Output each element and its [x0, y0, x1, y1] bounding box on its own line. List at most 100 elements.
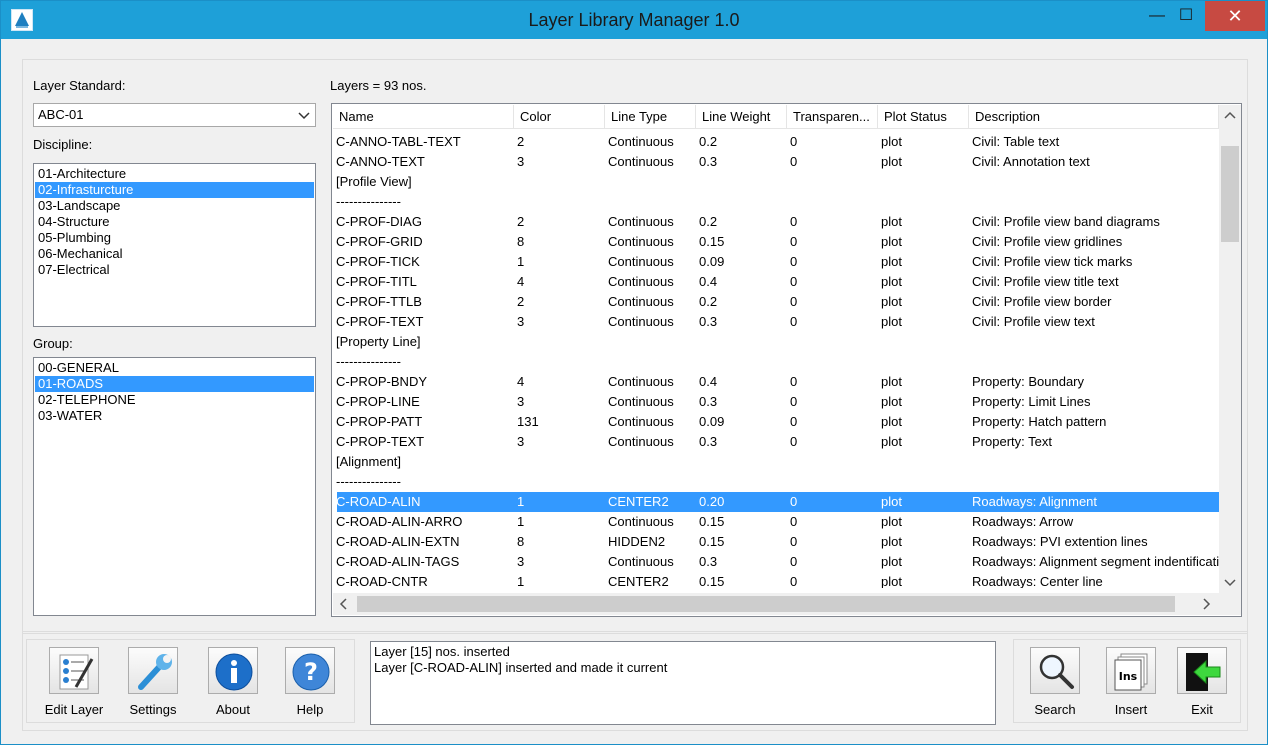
table-row[interactable]: C-PROP-LINE 3 Continuous 0.3 0 plot Property: … [336, 392, 1219, 412]
list-item[interactable]: 07-Electrical [35, 262, 314, 278]
table-cell: --------------- [336, 474, 401, 489]
vertical-scrollbar[interactable] [1219, 105, 1241, 593]
list-item[interactable]: 06-Mechanical [35, 246, 314, 262]
table-cell [515, 472, 606, 492]
table-cell: Civil: Profile view tick marks [972, 254, 1133, 269]
column-header[interactable]: Line Type [605, 105, 696, 129]
table-cell: --------------- [336, 354, 401, 369]
status-log[interactable]: Layer [15] nos. inserted Layer [C-ROAD-AL… [370, 641, 996, 725]
table-cell: C-PROF-TEXT [336, 314, 424, 329]
table-cell [697, 452, 788, 472]
table-cell: C-PROP-PATT [336, 414, 423, 429]
table-cell: 3 [517, 154, 525, 169]
table-row[interactable]: C-ROAD-ALIN 1 CENTER2 0.20 0 plot Roadways: Al… [336, 492, 1219, 512]
layer-standard-dropdown[interactable]: ABC-01 [33, 103, 316, 127]
vertical-scroll-thumb[interactable] [1221, 146, 1239, 242]
scroll-right-icon[interactable] [1195, 593, 1217, 615]
table-row[interactable]: --------------- [336, 352, 1219, 372]
table-row[interactable]: C-PROP-PATT 131 Continuous 0.09 0 plot Propert… [336, 412, 1219, 432]
table-cell: C-ROAD-ALIN-ARRO [336, 514, 463, 529]
table-cell: Continuous [608, 254, 674, 269]
maximize-button[interactable]: ☐ [1167, 1, 1205, 31]
horizontal-scrollbar[interactable] [333, 593, 1219, 615]
table-row[interactable]: C-ROAD-ALIN-EXTN 8 HIDDEN2 0.15 0 plot Roadway… [336, 532, 1219, 552]
table-cell: C-ROAD-ALIN [336, 494, 421, 509]
list-item[interactable]: 02-TELEPHONE [35, 392, 314, 408]
column-header[interactable]: Line Weight [696, 105, 787, 129]
title-bar[interactable]: Layer Library Manager 1.0 — ☐ ✕ [1, 1, 1267, 39]
table-cell [970, 472, 1219, 492]
group-label: Group: [33, 336, 73, 351]
layers-table-header: Name Color Line Type Line Weight Transparen.… [333, 105, 1219, 129]
discipline-list[interactable]: 01-Architecture 02-Infrasturcture 03-Lands… [33, 163, 316, 327]
list-item[interactable]: 01-ROADS [35, 376, 314, 392]
table-cell [697, 172, 788, 192]
table-cell: 2 [517, 214, 525, 229]
list-item[interactable]: 03-WATER [35, 408, 314, 424]
table-row[interactable]: C-ANNO-TABL-TEXT 2 Continuous 0.2 0 plot Civil… [336, 132, 1219, 152]
layers-table[interactable]: Name Color Line Type Line Weight Transparen.… [331, 103, 1242, 617]
table-row[interactable]: --------------- [336, 192, 1219, 212]
scroll-up-icon[interactable] [1219, 105, 1241, 127]
table-cell: 8 [517, 234, 525, 249]
table-row[interactable]: C-ANNO-TEXT 3 Continuous 0.3 0 plot Civil: Ann… [336, 152, 1219, 172]
column-header[interactable]: Description [969, 105, 1219, 129]
table-cell: Continuous [608, 434, 674, 449]
app-window: Layer Library Manager 1.0 — ☐ ✕ Layer St… [0, 0, 1268, 745]
column-header[interactable]: Color [514, 105, 605, 129]
list-item[interactable]: 04-Structure [35, 214, 314, 230]
table-row[interactable]: C-PROF-TICK 1 Continuous 0.09 0 plot Civil: Pr… [336, 252, 1219, 272]
table-row[interactable]: --------------- [336, 472, 1219, 492]
chevron-down-icon[interactable] [296, 106, 312, 124]
table-row[interactable]: [Property Line] [336, 332, 1219, 352]
table-cell [788, 452, 879, 472]
close-button[interactable]: ✕ [1205, 1, 1265, 31]
horizontal-scroll-thumb[interactable] [357, 596, 1175, 612]
table-cell: Continuous [608, 554, 674, 569]
list-item[interactable]: 02-Infrasturcture [35, 182, 314, 198]
table-row[interactable]: C-PROF-TITL 4 Continuous 0.4 0 plot Civil: Pro… [336, 272, 1219, 292]
column-header[interactable]: Transparen... [787, 105, 878, 129]
list-item[interactable]: 00-GENERAL [35, 360, 314, 376]
column-header[interactable]: Name [333, 105, 514, 129]
table-cell: 0.15 [699, 534, 725, 549]
list-item[interactable]: 05-Plumbing [35, 230, 314, 246]
insert-button[interactable]: Ins [1106, 647, 1156, 694]
table-row[interactable]: [Alignment] [336, 452, 1219, 472]
exit-button[interactable] [1177, 647, 1227, 694]
table-row[interactable]: C-PROF-TEXT 3 Continuous 0.3 0 plot Civil: Pro… [336, 312, 1219, 332]
table-row[interactable]: C-ROAD-ALIN-ARRO 1 Continuous 0.15 0 plot Road… [336, 512, 1219, 532]
edit-layer-button[interactable] [49, 647, 99, 694]
table-row[interactable]: [Profile View] [336, 172, 1219, 192]
table-row[interactable]: C-ROAD-CNTR 1 CENTER2 0.15 0 plot Roadways: Ce… [336, 572, 1219, 588]
table-row[interactable]: C-PROP-BNDY 4 Continuous 0.4 0 plot Property: … [336, 372, 1219, 392]
scroll-left-icon[interactable] [333, 593, 355, 615]
table-cell: 0.2 [699, 214, 718, 229]
list-item[interactable]: 01-Architecture [35, 166, 314, 182]
layers-table-body[interactable]: C-ANNO-TABL-TEXT 2 Continuous 0.2 0 plot Civil… [333, 130, 1219, 588]
scroll-down-icon[interactable] [1219, 571, 1241, 593]
table-cell [606, 452, 697, 472]
search-button[interactable] [1030, 647, 1080, 694]
table-cell: Civil: Profile view border [972, 294, 1112, 309]
table-row[interactable]: C-PROF-DIAG 2 Continuous 0.2 0 plot Civil: Pro… [336, 212, 1219, 232]
about-button[interactable] [208, 647, 258, 694]
table-cell: 0 [790, 294, 798, 309]
table-cell [606, 332, 697, 352]
table-cell [606, 172, 697, 192]
table-cell: C-PROF-TTLB [336, 294, 422, 309]
table-row[interactable]: C-PROF-GRID 8 Continuous 0.15 0 plot Civil: Pr… [336, 232, 1219, 252]
table-cell: plot [881, 294, 902, 309]
group-list[interactable]: 00-GENERAL 01-ROADS 02-TELEPHONE 03-WATER [33, 357, 316, 616]
list-item[interactable]: 03-Landscape [35, 198, 314, 214]
table-cell [697, 332, 788, 352]
table-cell: 0.3 [699, 394, 718, 409]
table-row[interactable]: C-ROAD-ALIN-TAGS 3 Continuous 0.3 0 plot Roadw… [336, 552, 1219, 572]
table-cell [970, 452, 1219, 472]
table-row[interactable]: C-PROF-TTLB 2 Continuous 0.2 0 plot Civil: Pro… [336, 292, 1219, 312]
table-row[interactable]: C-PROP-TEXT 3 Continuous 0.3 0 plot Property: … [336, 432, 1219, 452]
wrench-icon [138, 654, 172, 690]
settings-button[interactable] [128, 647, 178, 694]
help-button[interactable]: ? [285, 647, 335, 694]
column-header[interactable]: Plot Status [878, 105, 969, 129]
